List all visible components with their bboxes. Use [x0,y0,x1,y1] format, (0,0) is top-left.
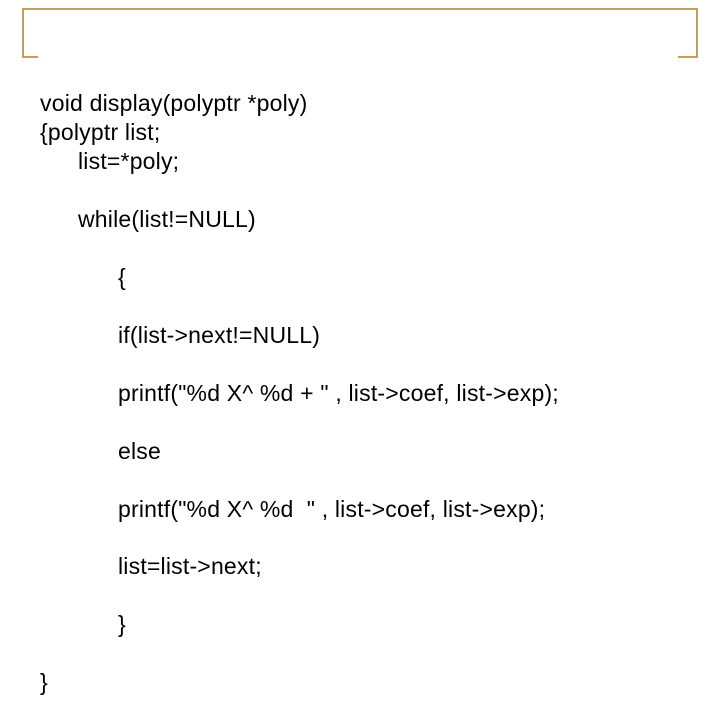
code-line-10: list=list->next; [40,552,680,581]
code-block: void display(polyptr *poly) {polyptr lis… [40,60,680,726]
code-line-5: { [40,263,680,292]
code-line-6: if(list->next!=NULL) [40,321,680,350]
slide: void display(polyptr *poly) {polyptr lis… [0,0,720,540]
code-line-7: printf("%d X^ %d + " , list->coef, list-… [40,379,680,408]
code-line-12: } [40,669,48,695]
code-line-1: void display(polyptr *poly) [40,90,307,116]
code-line-2: {polyptr list; [40,119,160,145]
code-line-8: else [40,437,680,466]
title-frame [22,8,698,58]
code-line-4: while(list!=NULL) [40,205,680,234]
code-line-3: list=*poly; [40,147,680,176]
code-line-9: printf("%d X^ %d " , list->coef, list->e… [40,495,680,524]
code-line-11: } [40,610,680,639]
